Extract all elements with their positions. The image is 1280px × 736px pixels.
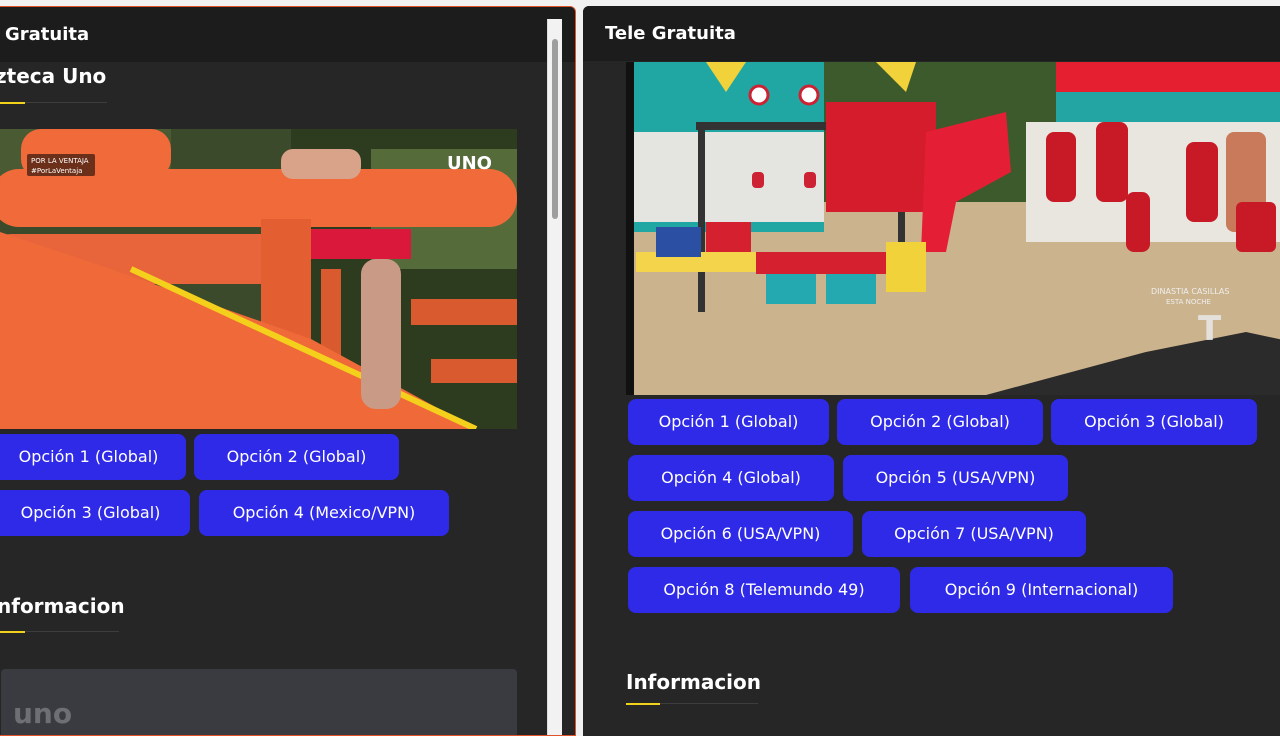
left-scrollbar-thumb[interactable] (552, 39, 558, 219)
right-option-4-button[interactable]: Opción 4 (Global) (628, 455, 834, 501)
left-overlay-line1: POR LA VENTAJA (31, 157, 89, 165)
left-video-player[interactable]: POR LA VENTAJA #PorLaVentaja UNO (0, 129, 517, 429)
right-title-bar: Tele Gratuita (583, 6, 1280, 61)
left-scrollbar[interactable] (547, 19, 562, 735)
left-info-title: nformacion (0, 594, 125, 618)
left-browser-panel: Gratuita zteca Uno POR LA VENTAJA #PorLa… (0, 6, 576, 736)
right-browser-panel: Tele Gratuita DINASTIA CASILLAS ESTA NOC… (583, 6, 1280, 736)
right-page-title: Tele Gratuita (605, 23, 736, 44)
left-channel-title: zteca Uno (0, 64, 107, 88)
right-option-9-button[interactable]: Opción 9 (Internacional) (910, 567, 1173, 613)
right-video-frame: DINASTIA CASILLAS ESTA NOCHE T (626, 62, 1280, 395)
right-video-player[interactable]: DINASTIA CASILLAS ESTA NOCHE T (626, 62, 1280, 395)
telemundo-logo-icon: T (1198, 309, 1222, 349)
left-option-4-button[interactable]: Opción 4 (Mexico/VPN) (199, 490, 449, 536)
left-option-1-button[interactable]: Opción 1 (Global) (0, 434, 186, 480)
right-overlay-line2: ESTA NOCHE (1166, 298, 1211, 306)
right-option-1-button[interactable]: Opción 1 (Global) (628, 399, 829, 445)
right-option-7-button[interactable]: Opción 7 (USA/VPN) (862, 511, 1086, 557)
left-video-frame: POR LA VENTAJA #PorLaVentaja UNO (0, 129, 517, 429)
right-option-5-button[interactable]: Opción 5 (USA/VPN) (843, 455, 1068, 501)
left-title-bar: Gratuita (0, 7, 575, 62)
right-overlay-line1: DINASTIA CASILLAS (1151, 287, 1229, 296)
right-option-6-button[interactable]: Opción 6 (USA/VPN) (628, 511, 853, 557)
right-info-underline (626, 702, 758, 705)
uno-logo-icon: uno (13, 697, 73, 730)
left-overlay-line2: #PorLaVentaja (31, 167, 82, 175)
left-option-3-button[interactable]: Opción 3 (Global) (0, 490, 190, 536)
left-channel-logo: UNO (447, 153, 492, 174)
left-info-underline (0, 630, 119, 633)
left-page-title: Gratuita (5, 24, 90, 45)
left-option-2-button[interactable]: Opción 2 (Global) (194, 434, 399, 480)
left-channel-underline (0, 101, 107, 104)
left-info-card: uno (1, 669, 517, 735)
right-info-title: Informacion (626, 670, 762, 694)
right-option-3-button[interactable]: Opción 3 (Global) (1051, 399, 1257, 445)
right-option-2-button[interactable]: Opción 2 (Global) (837, 399, 1043, 445)
right-option-8-button[interactable]: Opción 8 (Telemundo 49) (628, 567, 900, 613)
